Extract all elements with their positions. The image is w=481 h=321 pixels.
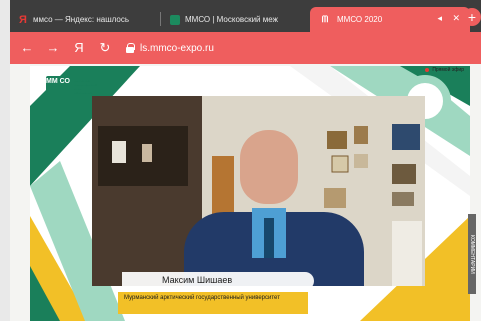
tab-title: ММСО 2020 bbox=[337, 15, 383, 24]
mmco-icon: ᗰ bbox=[321, 14, 329, 24]
mmco-logo: ММ СО московский международный салон обр… bbox=[46, 76, 100, 98]
tab-strip: Я ммсо — Яндекс: нашлось ММСО | Московск… bbox=[10, 0, 481, 32]
tab-separator bbox=[160, 12, 161, 26]
yandex-icon: Я bbox=[19, 13, 27, 26]
speaker-tie bbox=[264, 218, 274, 258]
tab-mmco-site[interactable]: ММСО | Московский меж bbox=[162, 7, 307, 32]
browser-window: Я ммсо — Яндекс: нашлось ММСО | Московск… bbox=[10, 0, 481, 321]
video-player[interactable] bbox=[92, 96, 425, 286]
back-icon[interactable]: ← bbox=[14, 35, 40, 61]
live-indicator: Прямой эфир bbox=[425, 67, 464, 73]
tab-mmco-2020[interactable]: ᗰ ММСО 2020 ◂ ✕ bbox=[310, 7, 470, 32]
new-tab-button[interactable]: + bbox=[463, 8, 481, 26]
speaker-affiliation: Мурманский арктический государственный у… bbox=[118, 292, 308, 314]
reload-icon[interactable]: ↻ bbox=[92, 35, 118, 61]
tab-title: ММСО | Московский меж bbox=[185, 15, 278, 24]
live-label: Прямой эфир bbox=[432, 67, 464, 73]
mmco-icon bbox=[170, 14, 180, 25]
logo-caption: московский международный салон образован… bbox=[74, 79, 97, 95]
lock-icon bbox=[126, 43, 135, 53]
speaker-head bbox=[240, 130, 298, 204]
event-stage: ММ СО московский международный салон обр… bbox=[30, 66, 470, 321]
logo-mark: ММ СО bbox=[46, 76, 70, 98]
url-field[interactable]: ls.mmco-expo.ru bbox=[126, 37, 214, 59]
forward-icon[interactable]: → bbox=[40, 35, 66, 61]
speaker-name: Максим Шишаев bbox=[162, 275, 233, 285]
page-content: ММ СО московский международный салон обр… bbox=[10, 64, 481, 321]
yandex-home-icon[interactable]: Я bbox=[66, 35, 92, 61]
tab-title: ммсо — Яндекс: нашлось bbox=[33, 15, 129, 24]
tab-yandex-search[interactable]: Я ммсо — Яндекс: нашлось bbox=[10, 7, 160, 32]
comments-side-tab[interactable]: КОММЕНТАРИИ bbox=[468, 214, 476, 294]
speaker-name-plate: Максим Шишаев bbox=[122, 272, 314, 290]
address-bar: ← → Я ↻ ls.mmco-expo.ru bbox=[10, 32, 481, 64]
live-dot-icon bbox=[425, 68, 430, 72]
tab-close-icon[interactable]: ◂ ✕ bbox=[437, 13, 464, 24]
url-text: ls.mmco-expo.ru bbox=[140, 42, 214, 54]
